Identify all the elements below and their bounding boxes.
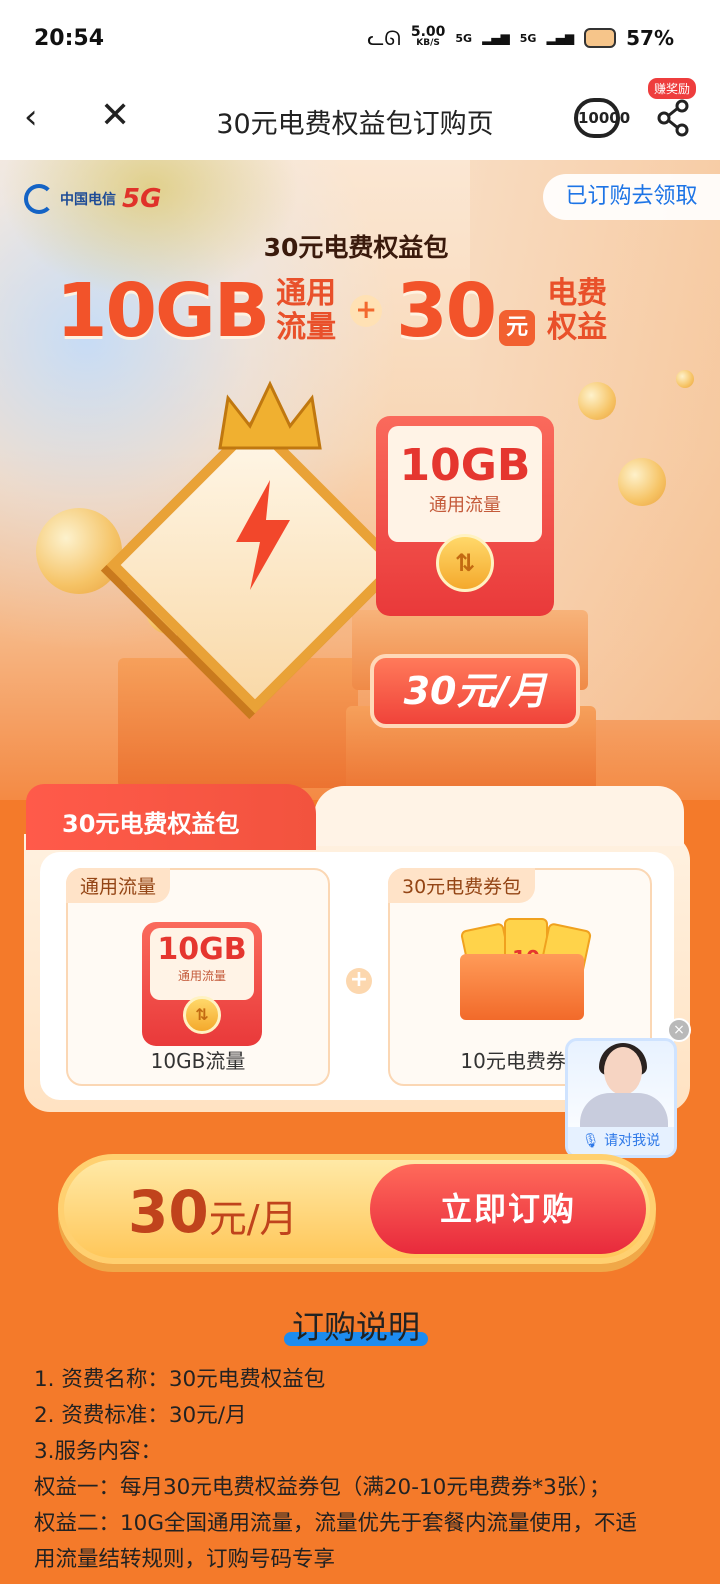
bolt-bubble-icon (618, 458, 666, 506)
package-item-caption: 10GB流量 (150, 1049, 246, 1073)
instruction-line: 2. 资费标准：30元/月 (34, 1403, 247, 1428)
bolt-bubble-icon (676, 370, 694, 388)
status-bar: 20:54 ᓚᘏ 5.00 KB/S 5G ▂▄▆ 5G ▂▄▆ 57% (0, 0, 720, 78)
instruction-line: 权益一：每月30元电费权益券包（满20-10元电费券*3张）； (34, 1475, 611, 1500)
gift-box-icon (460, 954, 584, 1020)
instruction-line: 权益二：10G全国通用流量，流量优先于套餐内流量使用，不适 (34, 1511, 638, 1536)
headline-gb: 10GB (56, 268, 270, 354)
package-item-data: 通用流量 10GB 通用流量 ⇅ 10GB流量 (66, 868, 330, 1086)
headline-gb-word1: 通用 (276, 276, 337, 311)
assistant-avatar (604, 1047, 642, 1095)
transfer-coin-icon: ⇅ (183, 996, 221, 1034)
signal-5g-icon-2: 5G (519, 31, 537, 45)
headline-amount: 30 (396, 268, 497, 354)
instructions-title-text: 订购说明 (283, 1302, 429, 1348)
battery-percent: 57% (626, 26, 674, 50)
battery-icon (584, 28, 617, 48)
voice-assistant[interactable]: 🎙 请对我说 (565, 1038, 677, 1158)
headline-plus: + (350, 295, 383, 327)
page-title: 30元电费权益包订购页 (216, 109, 494, 140)
status-time: 20:54 (34, 26, 105, 51)
assistant-close-icon[interactable]: × (667, 1018, 691, 1042)
hero-price-pill: 30元/月 (370, 654, 580, 728)
net-speed: 5.00 KB/S (410, 24, 446, 49)
lightning-icon (236, 480, 290, 590)
bolt-bubble-icon (36, 508, 122, 594)
packet-sub: 通用流量 (429, 495, 501, 516)
headline-gb-word2: 流量 (276, 310, 337, 345)
headline-word2: 权益 (547, 310, 608, 345)
share-icon[interactable] (656, 98, 692, 138)
status-icons: ᓚᘏ 5.00 KB/S 5G ▂▄▆ 5G ▂▄▆ 57% (367, 24, 674, 50)
close-icon[interactable]: ✕ (100, 98, 136, 134)
package-item-label: 通用流量 (66, 868, 171, 903)
claim-button[interactable]: 已订购去领取 (543, 174, 720, 220)
customer-service-icon[interactable]: 10000 (574, 98, 630, 138)
data-packet-icon: 10GB 通用流量 ⇅ (142, 922, 262, 1046)
package-tab-title: 30元电费权益包 (26, 784, 316, 850)
order-bar: 30元/月 立即订购 (58, 1154, 656, 1264)
instructions-title: 订购说明 (0, 1302, 712, 1348)
signal-5g-icon: 5G (455, 31, 473, 45)
brand-5g: 5G (122, 184, 162, 214)
china-telecom-logo: 中国电信 5G (24, 184, 161, 214)
telecom-mark-icon (24, 184, 54, 214)
voice-prompt[interactable]: 🎙 请对我说 (568, 1127, 674, 1155)
hero-headline: 10GB 通用 流量 + 30 元 电费 权益 (56, 268, 607, 354)
order-price-unit: 元/月 (208, 1197, 298, 1241)
reward-badge[interactable]: 赚奖励 (648, 78, 697, 99)
brand-name: 中国电信 (60, 192, 116, 208)
package-item-label: 30元电费券包 (388, 868, 536, 903)
order-price-number: 30 (128, 1178, 209, 1246)
order-now-button[interactable]: 立即订购 (370, 1164, 646, 1254)
crown-icon (218, 380, 322, 450)
instruction-line: 用流量结转规则，订购号码专享 (34, 1547, 336, 1572)
cat-icon: ᓚᘏ (367, 26, 401, 50)
microphone-icon: 🎙 (581, 1133, 600, 1149)
order-price: 30元/月 (128, 1178, 298, 1246)
headline-yuan: 元 (499, 310, 536, 346)
instruction-line: 1. 资费名称：30元电费权益包 (34, 1367, 326, 1392)
nav-bar: ‹ ✕ 30元电费权益包订购页 10000 赚奖励 (0, 78, 720, 160)
headline-word1: 电费 (547, 276, 608, 311)
hero-banner: 中国电信 5G 已订购去领取 30元电费权益包 10GB 通用 流量 + 30 … (0, 160, 720, 800)
data-packet-icon: 10GB 通用流量 ⇅ (376, 416, 554, 616)
packet-gb: 10GB (399, 440, 531, 491)
voice-prompt-label: 请对我说 (604, 1133, 661, 1149)
signal-bars-icon: ▂▄▆ (482, 31, 510, 45)
net-speed-value: 5.00 (410, 24, 446, 40)
item-gb: 10GB (157, 932, 247, 967)
instruction-line: 3.服务内容： (34, 1439, 163, 1464)
plus-icon: + (346, 968, 372, 994)
back-icon[interactable]: ‹ (24, 100, 60, 136)
signal-bars-icon-2: ▂▄▆ (546, 31, 575, 45)
bolt-bubble-icon (578, 382, 616, 420)
instructions-list: 1. 资费名称：30元电费权益包 2. 资费标准：30元/月 3.服务内容： 权… (34, 1362, 694, 1578)
transfer-coin-icon: ⇅ (436, 534, 494, 592)
hero-subtitle: 30元电费权益包 (263, 233, 449, 262)
item-sub: 通用流量 (177, 969, 226, 983)
